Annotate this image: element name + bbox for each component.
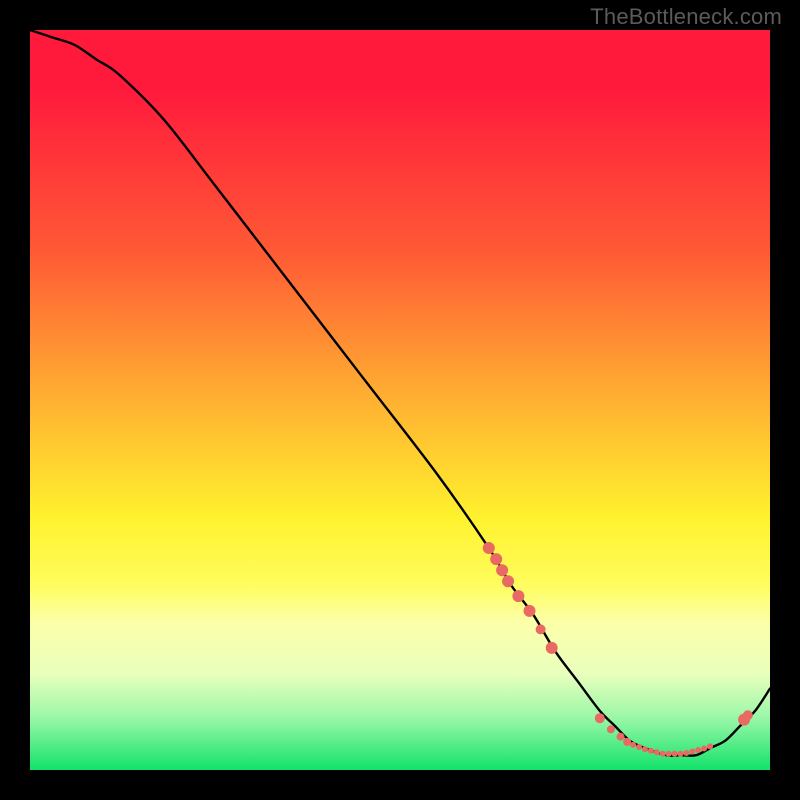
data-dot — [607, 725, 615, 733]
data-dot — [701, 746, 707, 752]
data-dot — [648, 748, 654, 754]
data-dot — [502, 575, 514, 587]
data-dot — [642, 746, 648, 752]
data-dot — [617, 733, 625, 741]
data-dot — [623, 738, 631, 746]
chart-frame: TheBottleneck.com — [0, 0, 800, 800]
data-dot — [689, 749, 695, 755]
data-dot — [512, 590, 524, 602]
data-dot — [546, 642, 558, 654]
watermark-text: TheBottleneck.com — [590, 4, 782, 30]
data-dot — [524, 605, 536, 617]
data-dot — [595, 713, 605, 723]
bottleneck-curve — [30, 30, 770, 756]
data-dot — [672, 751, 678, 757]
data-dot — [536, 624, 546, 634]
data-dot — [660, 751, 666, 757]
data-dot — [490, 553, 502, 565]
data-dot — [677, 751, 683, 757]
data-dot — [654, 749, 660, 755]
data-dot — [695, 747, 701, 753]
plot-area — [30, 30, 770, 770]
data-dot — [666, 751, 672, 757]
data-dots — [483, 542, 753, 757]
data-dot — [483, 542, 495, 554]
data-dot — [743, 710, 753, 720]
data-dot — [683, 750, 689, 756]
data-dot — [636, 744, 642, 750]
chart-svg — [30, 30, 770, 770]
data-dot — [707, 743, 713, 749]
data-dot — [496, 564, 508, 576]
data-dot — [630, 742, 636, 748]
